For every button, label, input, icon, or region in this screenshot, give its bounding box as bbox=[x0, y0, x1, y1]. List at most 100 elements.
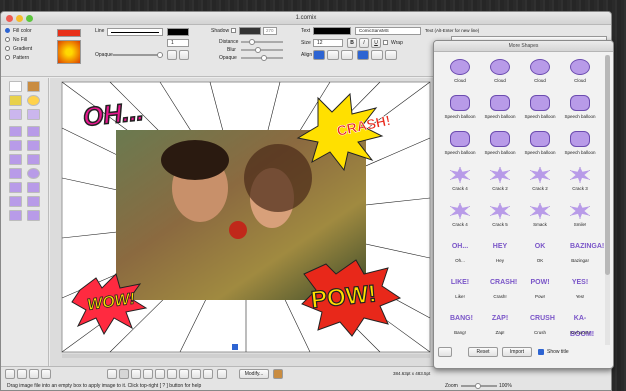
pentagon-tool[interactable] bbox=[9, 182, 22, 193]
shape-cell[interactable]: Crack 4 bbox=[440, 199, 480, 233]
shape-cell[interactable]: POW! Pow! bbox=[520, 271, 560, 305]
delete-button[interactable] bbox=[107, 369, 117, 379]
shape-cell[interactable]: Speech balloon bbox=[560, 91, 600, 125]
paste-button[interactable] bbox=[41, 369, 51, 379]
hexagon-tool[interactable] bbox=[27, 182, 40, 193]
shape-cell[interactable]: Speech balloon bbox=[560, 127, 600, 161]
line-width-field[interactable]: 1 bbox=[167, 39, 189, 47]
shape-cell[interactable]: Speech balloon bbox=[440, 91, 480, 125]
shape-cell[interactable]: BANG! Bang! bbox=[440, 307, 480, 341]
send-backward-button[interactable] bbox=[167, 369, 177, 379]
shape-cell[interactable]: Cloud bbox=[480, 55, 520, 89]
cloud-tool[interactable] bbox=[27, 140, 40, 151]
font-select[interactable]: ComicSansMS bbox=[355, 27, 421, 35]
shape-cell[interactable]: BAZINGA! Bazinga! bbox=[560, 235, 604, 269]
text-color-swatch[interactable] bbox=[313, 27, 351, 35]
triangle-tool[interactable] bbox=[9, 154, 22, 165]
image-tool[interactable] bbox=[27, 81, 40, 92]
shape-cell[interactable]: Smack bbox=[520, 199, 560, 233]
select-tool[interactable] bbox=[9, 81, 22, 92]
fill-color-swatch[interactable] bbox=[57, 29, 81, 37]
shape-cell[interactable]: OH... Oh... bbox=[440, 235, 480, 269]
bold-button[interactable]: B bbox=[347, 38, 357, 48]
abc-text-tool[interactable] bbox=[9, 109, 22, 120]
comic-canvas[interactable]: CRASH! OH... WOW! POW! bbox=[50, 78, 444, 366]
star-5-tool[interactable] bbox=[9, 210, 22, 221]
rectangle-tool[interactable] bbox=[9, 126, 22, 137]
shape-cell[interactable]: ZAP! Zap! bbox=[480, 307, 520, 341]
shadow-checkbox[interactable] bbox=[231, 28, 236, 33]
shape-cell[interactable]: LIKE! Like! bbox=[440, 271, 480, 305]
ellipse-tool[interactable] bbox=[27, 168, 40, 179]
shape-cell[interactable]: Crack 4 bbox=[440, 163, 480, 197]
star-6-tool[interactable] bbox=[27, 210, 40, 221]
emoji-tool[interactable] bbox=[27, 95, 40, 106]
rounded-rectangle-tool[interactable] bbox=[27, 126, 40, 137]
font-size-field[interactable]: 12 bbox=[313, 39, 343, 47]
horizontal-scrollbar[interactable] bbox=[62, 354, 430, 358]
valign-bottom-button[interactable] bbox=[385, 50, 397, 60]
modify-button[interactable]: Modify... bbox=[239, 369, 269, 379]
shape-cell[interactable]: Cloud bbox=[440, 55, 480, 89]
rotate-button[interactable] bbox=[191, 369, 201, 379]
align-right-button[interactable] bbox=[341, 50, 353, 60]
shape-cell[interactable]: CRUSH Crush bbox=[520, 307, 560, 341]
shape-cell[interactable]: OK OK bbox=[520, 235, 560, 269]
line-color-swatch[interactable] bbox=[167, 28, 189, 36]
pattern-radio[interactable] bbox=[5, 55, 10, 60]
lock-button[interactable] bbox=[119, 369, 129, 379]
shape-cell[interactable]: Speech balloon bbox=[480, 127, 520, 161]
zoom-slider[interactable] bbox=[461, 383, 497, 389]
comic-text-tool[interactable] bbox=[9, 95, 22, 106]
align-objects-button[interactable] bbox=[203, 369, 213, 379]
star-4-tool[interactable] bbox=[27, 196, 40, 207]
selection-handle[interactable] bbox=[232, 344, 238, 350]
panel-options-button[interactable] bbox=[438, 347, 452, 357]
pattern-preview[interactable] bbox=[57, 40, 81, 64]
underline-button[interactable]: U bbox=[371, 38, 381, 48]
wrap-checkbox[interactable] bbox=[383, 40, 388, 45]
shape-cell[interactable]: Crack 5 bbox=[480, 199, 520, 233]
shape-cell[interactable]: Cloud bbox=[520, 55, 560, 89]
line-join-button[interactable] bbox=[179, 50, 189, 60]
diamond-tool[interactable] bbox=[9, 196, 22, 207]
shadow-color-swatch[interactable] bbox=[239, 27, 261, 35]
ungroup-button[interactable] bbox=[143, 369, 153, 379]
shadow-angle-field[interactable]: 270 bbox=[263, 27, 277, 35]
shape-cell[interactable]: Cloud bbox=[560, 55, 600, 89]
shape-cell[interactable]: Crack 2 bbox=[480, 163, 520, 197]
align-center-button[interactable] bbox=[327, 50, 339, 60]
bring-forward-button[interactable] bbox=[155, 369, 165, 379]
show-title-checkbox[interactable] bbox=[538, 349, 544, 355]
copy-button[interactable] bbox=[29, 369, 39, 379]
fill-color-radio[interactable] bbox=[5, 28, 10, 33]
distance-slider[interactable] bbox=[241, 39, 283, 45]
line-style-select[interactable] bbox=[107, 28, 163, 36]
shape-cell[interactable]: CRASH! Crash! bbox=[480, 271, 520, 305]
align-left-button[interactable] bbox=[313, 50, 325, 60]
line-cap-button[interactable] bbox=[167, 50, 177, 60]
image-picker-button[interactable] bbox=[273, 369, 283, 379]
italic-button[interactable]: I bbox=[359, 38, 369, 48]
balloon-tool[interactable] bbox=[9, 140, 22, 151]
shadow-opacity-slider[interactable] bbox=[241, 55, 283, 61]
reset-button[interactable]: Reset bbox=[468, 347, 498, 357]
redo-button[interactable] bbox=[17, 369, 27, 379]
shape-cell[interactable]: Crack 2 bbox=[520, 163, 560, 197]
group-button[interactable] bbox=[131, 369, 141, 379]
valign-middle-button[interactable] bbox=[371, 50, 383, 60]
shape-cell[interactable]: Smile! bbox=[560, 199, 600, 233]
shape-cell[interactable]: Speech balloon bbox=[480, 91, 520, 125]
shape-cell[interactable]: Speech balloon bbox=[520, 91, 560, 125]
shape-cell[interactable]: Crack 3 bbox=[560, 163, 600, 197]
flip-button[interactable] bbox=[179, 369, 189, 379]
pen-tool[interactable] bbox=[27, 109, 40, 120]
valign-top-button[interactable] bbox=[357, 50, 369, 60]
undo-button[interactable] bbox=[5, 369, 15, 379]
shapes-scroll-thumb[interactable] bbox=[605, 55, 610, 275]
shape-cell[interactable]: Speech balloon bbox=[440, 127, 480, 161]
no-fill-radio[interactable] bbox=[5, 37, 10, 42]
blur-slider[interactable] bbox=[241, 47, 283, 53]
distribute-button[interactable] bbox=[217, 369, 227, 379]
import-button[interactable]: Import bbox=[502, 347, 532, 357]
